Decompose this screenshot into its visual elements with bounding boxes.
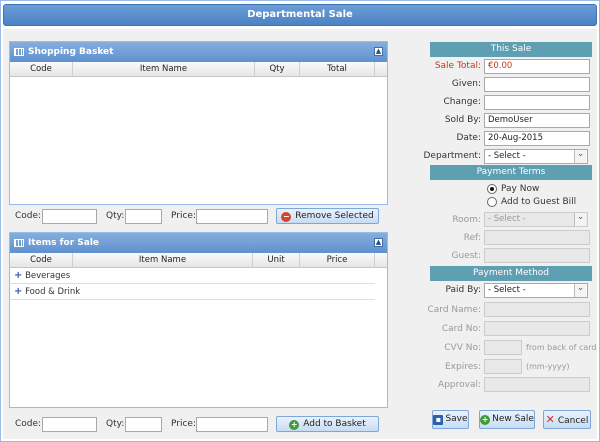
date-label: Date: (456, 133, 481, 143)
payment-terms-header: Payment Terms (430, 165, 592, 180)
room-label: Room: (452, 215, 481, 225)
basket-col-code[interactable]: Code (10, 62, 73, 76)
basket-code-label: Code: (15, 211, 42, 221)
grid-icon (14, 239, 24, 247)
items-col-price[interactable]: Price (300, 253, 375, 267)
approval-input[interactable] (484, 377, 590, 392)
given-label: Given: (451, 79, 481, 89)
add-to-guest-bill-radio[interactable] (487, 197, 497, 207)
basket-col-total[interactable]: Total (300, 62, 375, 76)
basket-price-input[interactable] (196, 209, 268, 224)
category-row[interactable]: + Beverages (10, 268, 375, 284)
remove-selected-button[interactable]: − Remove Selected (276, 208, 379, 224)
department-label: Department: (423, 151, 482, 161)
shopping-basket-panel: Shopping Basket ▲ Code Item Name Qty Tot… (9, 41, 388, 205)
card-no-label: Card No: (441, 324, 481, 334)
sold-by-field[interactable]: DemoUser (484, 113, 590, 128)
card-no-input[interactable] (484, 321, 590, 336)
items-for-sale-header: Items for Sale ▲ (10, 233, 387, 253)
departmental-sale-window: Departmental Sale Shopping Basket ▲ Code… (0, 0, 600, 442)
pay-now-radio[interactable] (487, 184, 497, 194)
items-price-label: Price: (171, 419, 196, 429)
cvv-label: CVV No: (444, 343, 481, 353)
items-col-item-name[interactable]: Item Name (73, 253, 253, 267)
payment-method-header: Payment Method (430, 266, 592, 281)
basket-code-input[interactable] (42, 209, 97, 224)
window-body: Shopping Basket ▲ Code Item Name Qty Tot… (3, 29, 597, 439)
pay-now-label[interactable]: Pay Now (501, 184, 539, 194)
window-title: Departmental Sale (3, 4, 597, 26)
basket-price-label: Price: (171, 211, 196, 221)
basket-qty-label: Qty: (106, 211, 125, 221)
card-name-label: Card Name: (427, 305, 482, 315)
category-label: Beverages (25, 271, 71, 281)
cvv-input[interactable] (484, 340, 522, 355)
save-button[interactable]: ▪ Save (432, 410, 469, 429)
expires-input[interactable] (484, 359, 522, 374)
new-sale-label: New Sale (492, 414, 534, 424)
floppy-disk-icon: ▪ (433, 415, 444, 425)
add-to-basket-label: Add to Basket (303, 419, 366, 429)
change-field[interactable] (484, 95, 590, 110)
basket-qty-input[interactable] (125, 209, 162, 224)
save-label: Save (445, 414, 468, 424)
this-sale-header: This Sale (430, 42, 592, 57)
expand-plus-icon[interactable]: + (14, 270, 22, 281)
basket-col-qty[interactable]: Qty (255, 62, 300, 76)
cancel-button[interactable]: ✕ Cancel (543, 410, 591, 429)
category-label: Food & Drink (25, 287, 81, 297)
close-x-icon: ✕ (545, 413, 555, 426)
given-input[interactable] (484, 77, 590, 92)
new-sale-button[interactable]: + New Sale (479, 410, 535, 429)
add-icon: + (289, 420, 300, 430)
add-to-guest-bill-label[interactable]: Add to Guest Bill (501, 197, 576, 207)
basket-col-item-name[interactable]: Item Name (73, 62, 255, 76)
items-column-headers: Code Item Name Unit Price (10, 253, 387, 268)
grid-icon (14, 48, 24, 56)
sale-total-field: €0.00 (484, 59, 590, 74)
change-label: Change: (443, 97, 482, 107)
items-for-sale-panel: Items for Sale ▲ Code Item Name Unit Pri… (9, 232, 388, 408)
cancel-label: Cancel (557, 416, 589, 426)
remove-selected-label: Remove Selected (295, 211, 374, 221)
items-price-input[interactable] (196, 417, 268, 432)
sale-total-label: Sale Total: (434, 61, 481, 71)
date-field[interactable]: 20-Aug-2015 (484, 131, 590, 146)
add-to-basket-button[interactable]: + Add to Basket (276, 416, 379, 432)
items-code-label: Code: (15, 419, 42, 429)
add-icon: + (480, 415, 491, 425)
items-qty-label: Qty: (106, 419, 125, 429)
room-select[interactable]: - Select - (484, 212, 588, 227)
items-col-unit[interactable]: Unit (253, 253, 300, 267)
paid-by-select[interactable]: - Select - (484, 283, 588, 298)
category-row[interactable]: + Food & Drink (10, 284, 375, 300)
ref-input[interactable] (484, 230, 590, 245)
basket-column-headers: Code Item Name Qty Total (10, 62, 387, 77)
card-name-input[interactable] (484, 302, 590, 317)
department-select[interactable]: - Select - (484, 149, 588, 164)
items-code-input[interactable] (42, 417, 97, 432)
items-for-sale-title: Items for Sale (28, 238, 100, 248)
items-col-code[interactable]: Code (10, 253, 73, 267)
collapse-icon[interactable]: ▲ (374, 238, 383, 247)
guest-input[interactable] (484, 248, 590, 263)
expires-hint: (mm-yyyy) (526, 362, 570, 371)
guest-label: Guest: (451, 251, 481, 261)
approval-label: Approval: (438, 380, 481, 390)
items-qty-input[interactable] (125, 417, 162, 432)
ref-label: Ref: (463, 233, 481, 243)
cvv-hint: from back of card (526, 343, 597, 352)
shopping-basket-title: Shopping Basket (28, 47, 114, 57)
paid-by-label: Paid By: (445, 285, 482, 295)
expand-plus-icon[interactable]: + (14, 286, 22, 297)
shopping-basket-header: Shopping Basket ▲ (10, 42, 387, 62)
sold-by-label: Sold By: (444, 115, 481, 125)
collapse-icon[interactable]: ▲ (374, 47, 383, 56)
expires-label: Expires: (445, 362, 481, 372)
remove-icon: − (281, 212, 292, 222)
